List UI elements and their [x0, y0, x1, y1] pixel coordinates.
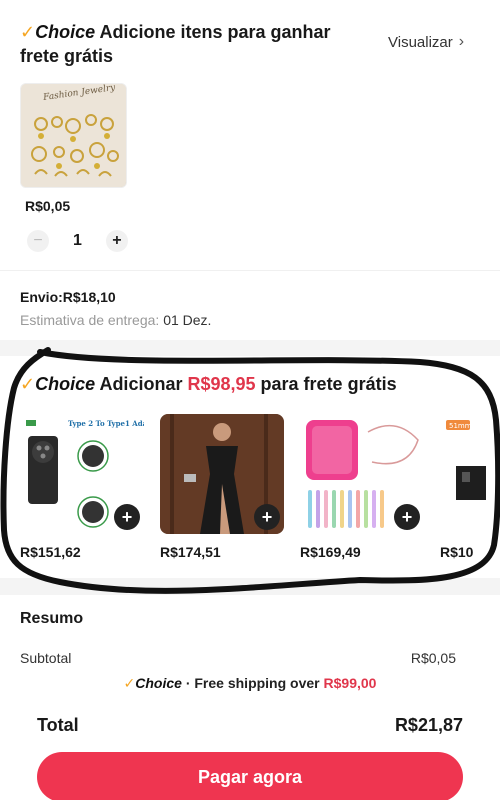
check-icon: ✓	[20, 374, 36, 394]
product-card-adapter[interactable]: Type 2 To Type1 Adapter +	[20, 414, 144, 534]
shipping-cost: Envio:R$18,10	[20, 289, 116, 305]
add-icon[interactable]: +	[254, 504, 280, 530]
add-icon[interactable]: +	[394, 504, 420, 530]
eta-date: 01 Dez.	[163, 312, 212, 328]
order-summary: Resumo Subtotal R$0,05 ✓Choice · Free sh…	[0, 595, 500, 800]
product-price: R$151,62	[20, 544, 81, 560]
heading-suffix: para frete grátis	[255, 374, 397, 394]
summary-title: Resumo	[20, 610, 84, 627]
product-thumbnail[interactable]: Fashion Jewelry	[20, 83, 127, 188]
remaining-amount: R$98,95	[187, 374, 256, 394]
product-price: R$174,51	[160, 544, 221, 560]
subtotal-label: Subtotal	[20, 650, 72, 666]
total-label: Total	[37, 715, 79, 735]
tool-caption: 51mm	[449, 422, 472, 430]
choice-brand: Choice	[35, 374, 96, 394]
chevron-right-icon: ›	[458, 33, 465, 50]
choice-brand: Choice	[135, 675, 182, 691]
product-price: R$169,49	[300, 544, 361, 560]
view-label: Visualizar	[388, 33, 453, 51]
total-value: R$21,87	[394, 715, 463, 735]
cart-store-card: ✓Choice Adicione itens para ganhar frete…	[0, 0, 500, 340]
product-price: R$10	[440, 544, 474, 560]
pay-now-button[interactable]: Pagar agora	[37, 752, 463, 800]
eta-label: Estimativa de entrega:	[20, 312, 164, 328]
choice-brand: Choice	[35, 22, 96, 42]
choice-recommendations: ✓Choice Adicionar R$98,95 para frete grá…	[0, 356, 500, 578]
check-icon: ✓	[123, 675, 136, 691]
choice-heading: ✓Choice Adicionar R$98,95 para frete grá…	[20, 374, 397, 395]
delivery-estimate: Estimativa de entrega: 01 Dez.	[20, 312, 211, 328]
divider	[0, 270, 500, 271]
view-button[interactable]: Visualizar ›	[388, 33, 464, 51]
minus-icon[interactable]: −	[27, 230, 49, 252]
free-shipping-heading: ✓Choice Adicione itens para ganhar frete…	[20, 20, 365, 68]
jewelry-image	[21, 84, 126, 187]
plus-icon[interactable]: +	[105, 230, 128, 252]
item-price: R$0,05	[25, 198, 71, 214]
add-icon[interactable]: +	[114, 504, 140, 530]
product-card-dress[interactable]: +	[160, 414, 284, 534]
promo-text: · Free shipping over	[181, 675, 324, 691]
quantity-value: 1	[73, 232, 82, 249]
subtotal-value: R$0,05	[410, 650, 456, 666]
free-shipping-promo: ✓Choice · Free shipping over R$99,00	[0, 675, 500, 692]
product-card-partial[interactable]: 51mm	[440, 414, 500, 534]
promo-amount: R$99,00	[323, 675, 377, 691]
quantity-stepper: − 1 +	[27, 230, 128, 252]
adapter-caption: Type 2 To Type1 Adapter	[68, 419, 144, 428]
tool-image: 51mm	[440, 414, 500, 534]
product-card-knitting[interactable]: +	[300, 414, 424, 534]
heading-prefix: Adicionar	[95, 374, 188, 394]
check-icon: ✓	[20, 22, 36, 42]
